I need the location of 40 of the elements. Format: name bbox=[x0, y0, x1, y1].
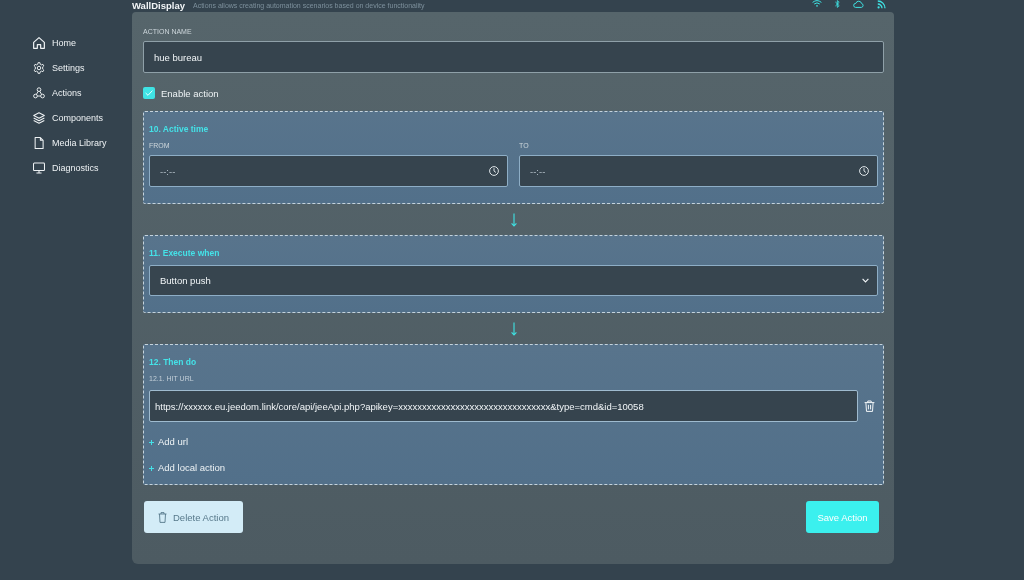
step-title: 12. Then do bbox=[149, 356, 197, 368]
down-arrow-icon bbox=[510, 321, 517, 336]
add-link[interactable]: Add url bbox=[149, 435, 189, 449]
sidebar-item[interactable]: Actions bbox=[33, 86, 82, 100]
checkbox[interactable] bbox=[143, 87, 155, 99]
trash-icon[interactable] bbox=[864, 400, 875, 412]
action-name-field[interactable]: hue bureau bbox=[143, 41, 884, 73]
monitor-icon bbox=[33, 162, 45, 174]
cloud-icon bbox=[853, 0, 864, 8]
check-icon bbox=[145, 90, 153, 96]
time-field[interactable]: --:-- bbox=[519, 155, 878, 187]
chevron-down-icon bbox=[862, 278, 869, 283]
wifi-icon bbox=[812, 0, 822, 7]
plus-icon bbox=[149, 439, 154, 445]
sidebar-item[interactable]: Home bbox=[33, 36, 76, 50]
clock-icon[interactable] bbox=[859, 166, 869, 176]
nodes-icon bbox=[33, 87, 45, 99]
step-title: 10. Active time bbox=[149, 123, 209, 135]
home-icon bbox=[33, 37, 45, 49]
step-title: 11. Execute when bbox=[149, 247, 220, 259]
delete-button[interactable]: Delete Action bbox=[144, 501, 243, 533]
time-field[interactable]: --:-- bbox=[149, 155, 508, 187]
sidebar-item[interactable]: Settings bbox=[33, 61, 85, 75]
sidebar-item[interactable]: Media Library bbox=[33, 136, 107, 150]
document-icon bbox=[33, 137, 45, 149]
sidebar-item[interactable]: Diagnostics bbox=[33, 161, 99, 175]
down-arrow-icon bbox=[510, 212, 517, 227]
checkbox-label: Enable action bbox=[161, 87, 219, 99]
settings-icon bbox=[33, 62, 45, 74]
layers-icon bbox=[33, 112, 45, 124]
app-title: WallDisplay bbox=[132, 0, 185, 12]
url-field[interactable]: https://xxxxxx.eu.jeedom.link/core/api/jeeApi.php?apikey=xxxxxxxxxxxxxxxxxxxxxxxxxxxxxxxx&type=cmd&id=10058 bbox=[149, 390, 858, 422]
sidebar-item[interactable]: Components bbox=[33, 111, 104, 125]
plus-icon bbox=[149, 465, 154, 471]
clock-icon[interactable] bbox=[489, 166, 499, 176]
rss-icon bbox=[877, 0, 886, 9]
add-link[interactable]: Add local action bbox=[149, 461, 226, 475]
bluetooth-icon bbox=[835, 0, 840, 8]
trash-icon bbox=[158, 511, 167, 523]
select-field[interactable]: Button push bbox=[149, 265, 878, 296]
